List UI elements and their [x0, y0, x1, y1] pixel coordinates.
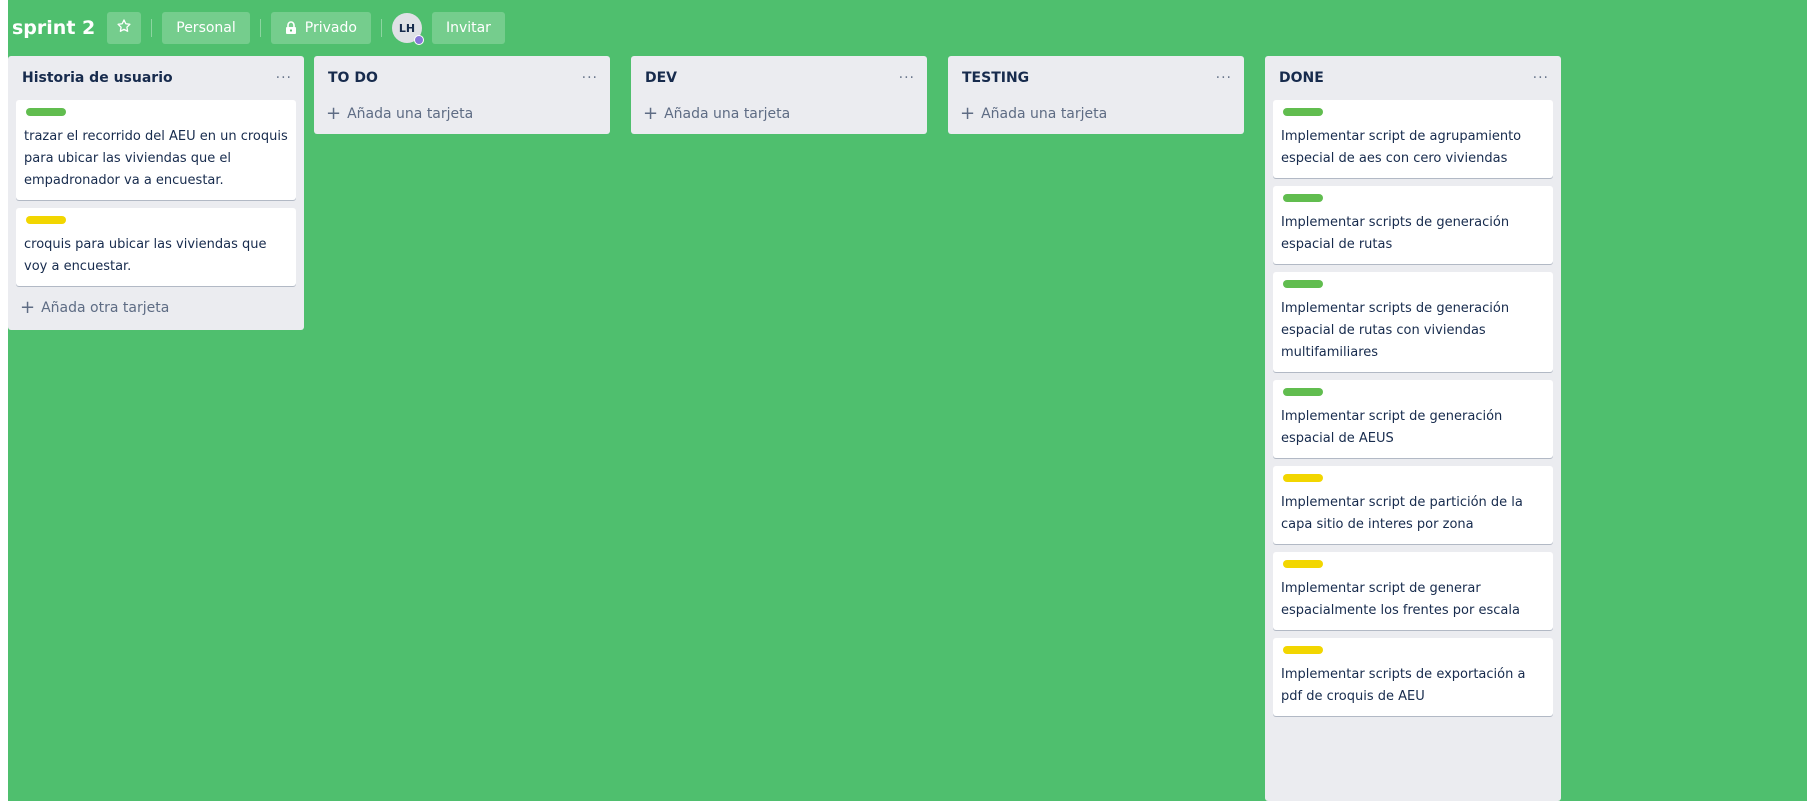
list-dev: DEV ··· + Añada una tarjeta [631, 56, 927, 134]
card[interactable]: Implementar script de agrupamiento espec… [1273, 100, 1553, 178]
add-card-button[interactable]: + Añada una tarjeta [956, 100, 1236, 128]
header-divider [151, 19, 153, 37]
list-header: DEV ··· [639, 64, 919, 92]
list-done: DONE ··· Implementar script de agrupamie… [1265, 56, 1561, 801]
left-edge [0, 0, 8, 801]
list-header: DONE ··· [1273, 64, 1553, 92]
list-header: TESTING ··· [956, 64, 1236, 92]
card[interactable]: croquis para ubicar las viviendas que vo… [16, 208, 296, 286]
card-label-yellow[interactable] [1283, 560, 1323, 568]
card[interactable]: Implementar script de partición de la ca… [1273, 466, 1553, 544]
card-title: trazar el recorrido del AEU en un croqui… [24, 129, 288, 188]
card-title: Implementar scripts de generación espaci… [1281, 301, 1510, 360]
list-menu-icon[interactable]: ··· [1216, 70, 1232, 86]
add-card-button[interactable]: + Añada una tarjeta [322, 100, 602, 128]
plus-icon: + [20, 297, 36, 318]
card[interactable]: trazar el recorrido del AEU en un croqui… [16, 100, 296, 200]
avatar-initials: LH [398, 21, 416, 35]
add-card-label: Añada otra tarjeta [41, 300, 170, 316]
list-header: TO DO ··· [322, 64, 602, 92]
list-historia-de-usuario: Historia de usuario ··· trazar el recorr… [8, 56, 304, 330]
visibility-button[interactable]: Privado [270, 12, 371, 44]
list-menu-icon[interactable]: ··· [899, 70, 915, 86]
list-to-do: TO DO ··· + Añada una tarjeta [314, 56, 610, 134]
avatar[interactable]: LH [391, 13, 424, 45]
card-title: Implementar scripts de generación espaci… [1281, 215, 1510, 252]
card-title: Implementar script de partición de la ca… [1281, 495, 1523, 532]
add-card-button[interactable]: + Añada una tarjeta [639, 100, 919, 128]
card-label-green[interactable] [26, 108, 66, 116]
admin-badge-icon [413, 35, 424, 45]
board: sprint 2 Personal Privado LH Invitar His… [0, 0, 1807, 801]
list-title[interactable]: TESTING [962, 70, 1029, 86]
list-title[interactable]: DONE [1279, 70, 1324, 86]
card-label-green[interactable] [1283, 280, 1323, 288]
card-label-green[interactable] [1283, 388, 1323, 396]
card-title: Implementar script de agrupamiento espec… [1281, 129, 1522, 166]
header-divider [380, 19, 382, 37]
add-card-button[interactable]: + Añada otra tarjeta [16, 294, 296, 322]
star-icon [116, 18, 132, 38]
card[interactable]: Implementar script de generar espacialme… [1273, 552, 1553, 630]
invite-button[interactable]: Invitar [431, 12, 505, 44]
card-label-yellow[interactable] [1283, 646, 1323, 654]
lock-icon [285, 21, 297, 35]
list-menu-icon[interactable]: ··· [276, 70, 292, 86]
card[interactable]: Implementar script de generación espacia… [1273, 380, 1553, 458]
board-header: sprint 2 Personal Privado LH Invitar [8, 8, 505, 48]
header-divider [259, 19, 261, 37]
card-title: Implementar scripts de exportación a pdf… [1281, 667, 1526, 704]
card-title: Implementar script de generar espacialme… [1281, 581, 1520, 618]
board-title[interactable]: sprint 2 [12, 17, 95, 39]
list-title[interactable]: TO DO [328, 70, 378, 86]
list-title[interactable]: Historia de usuario [22, 70, 173, 86]
list-title[interactable]: DEV [645, 70, 677, 86]
card-label-green[interactable] [1283, 108, 1323, 116]
card-label-yellow[interactable] [1283, 474, 1323, 482]
card-label-green[interactable] [1283, 194, 1323, 202]
star-button[interactable] [107, 12, 142, 44]
add-card-label: Añada una tarjeta [981, 106, 1108, 122]
add-card-label: Añada una tarjeta [347, 106, 474, 122]
card-title: croquis para ubicar las viviendas que vo… [24, 237, 267, 274]
personal-button[interactable]: Personal [162, 12, 250, 44]
add-card-label: Añada una tarjeta [664, 106, 791, 122]
plus-icon: + [326, 103, 342, 124]
plus-icon: + [960, 103, 976, 124]
list-menu-icon[interactable]: ··· [582, 70, 598, 86]
list-header: Historia de usuario ··· [16, 64, 296, 92]
list-menu-icon[interactable]: ··· [1533, 70, 1549, 86]
list-testing: TESTING ··· + Añada una tarjeta [948, 56, 1244, 134]
visibility-label: Privado [304, 20, 357, 36]
plus-icon: + [643, 103, 659, 124]
card[interactable]: Implementar scripts de generación espaci… [1273, 272, 1553, 372]
card[interactable]: Implementar scripts de generación espaci… [1273, 186, 1553, 264]
card-label-yellow[interactable] [26, 216, 66, 224]
card[interactable]: Implementar scripts de exportación a pdf… [1273, 638, 1553, 716]
card-title: Implementar script de generación espacia… [1281, 409, 1503, 446]
